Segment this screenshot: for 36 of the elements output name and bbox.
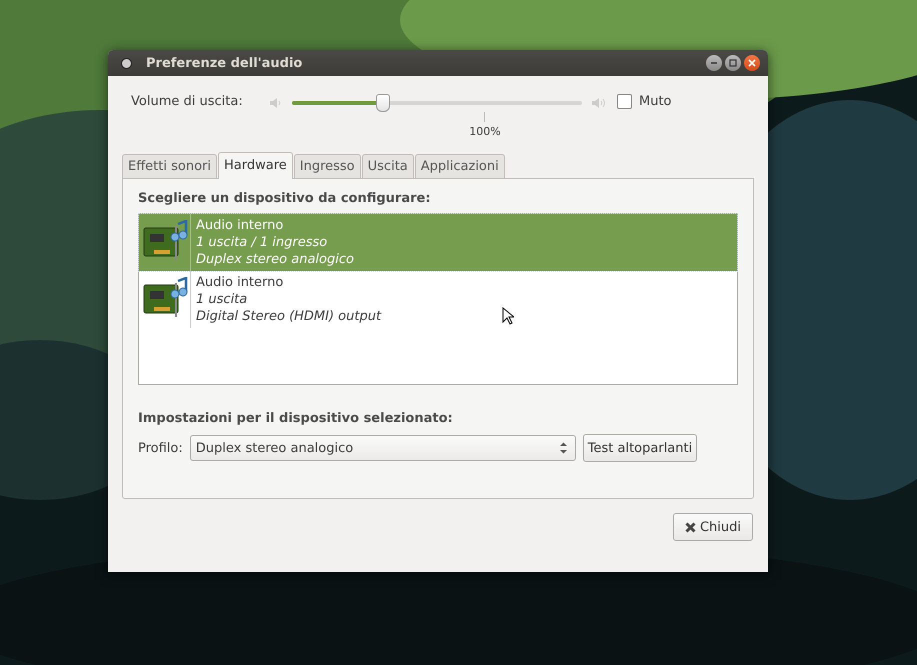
close-button[interactable] xyxy=(744,55,760,71)
mouse-cursor-icon xyxy=(502,307,514,325)
profile-dropdown[interactable]: Duplex stereo analogico xyxy=(190,435,576,461)
device-profile: Digital Stereo (HDMI) output xyxy=(196,308,382,325)
mute-label: Muto xyxy=(639,94,672,109)
mute-checkbox[interactable] xyxy=(617,94,632,109)
maximize-icon xyxy=(729,59,737,67)
close-icon xyxy=(684,522,696,532)
device-name: Audio interno xyxy=(196,217,284,234)
volume-label: Volume di uscita: xyxy=(131,94,244,109)
tab[interactable]: Ingresso xyxy=(294,154,361,178)
device-name: Audio interno xyxy=(196,274,284,291)
speaker-high-icon xyxy=(591,97,607,109)
speaker-low-icon xyxy=(269,97,283,109)
tab[interactable]: Effetti sonori xyxy=(122,154,217,178)
section-heading: Scegliere un dispositivo da configurare: xyxy=(138,191,432,206)
device-ports: 1 uscita xyxy=(196,291,248,308)
minimize-button[interactable] xyxy=(706,55,722,71)
spinner-arrows-icon xyxy=(560,442,567,454)
close-icon xyxy=(748,59,756,67)
volume-slider[interactable] xyxy=(292,94,582,112)
device-profile: Duplex stereo analogico xyxy=(196,251,354,268)
close-dialog-button[interactable]: Chiudi xyxy=(672,513,753,541)
device-ports: 1 uscita / 1 ingresso xyxy=(196,234,328,251)
profile-label: Profilo: xyxy=(138,440,183,456)
tab[interactable]: Uscita xyxy=(362,154,414,178)
tab[interactable]: Applicazioni xyxy=(414,154,505,178)
window-menu-icon[interactable] xyxy=(121,58,132,68)
slider-mark-label: 100% xyxy=(469,125,501,138)
test-speakers-button[interactable]: Test altoparlanti xyxy=(582,434,698,462)
slider-handle[interactable] xyxy=(376,94,390,112)
window-title: Preferenze dell'audio xyxy=(146,56,304,70)
device-item[interactable]: Audio interno 1 uscita Digital Stereo (HDMI) output xyxy=(139,271,737,328)
section-heading: Impostazioni per il dispositivo selezionato: xyxy=(138,411,454,426)
tab[interactable]: Hardware xyxy=(218,152,293,179)
maximize-button[interactable] xyxy=(725,55,741,71)
